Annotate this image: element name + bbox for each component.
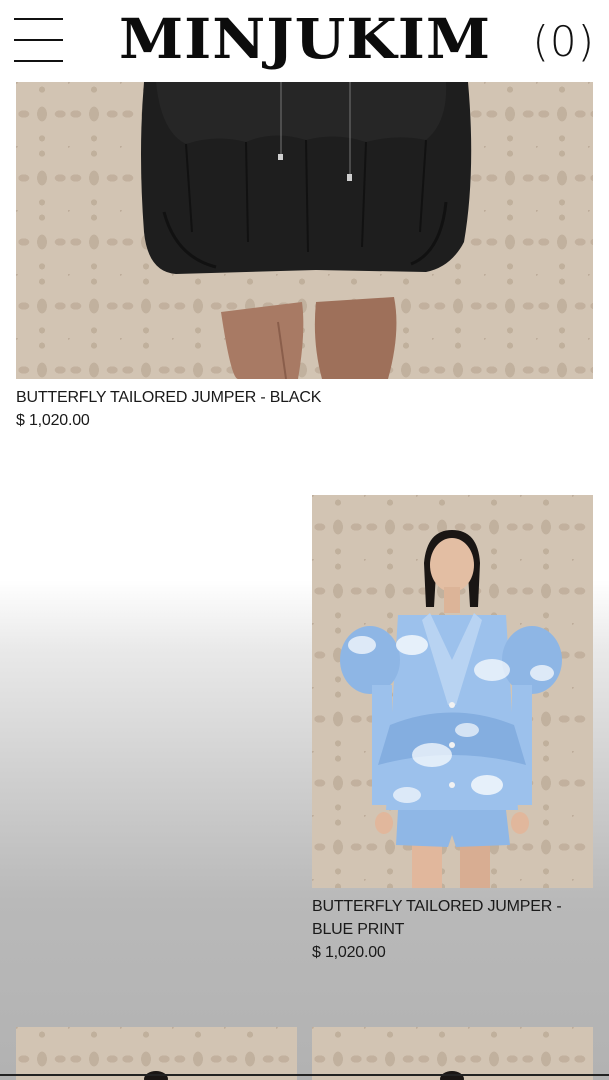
product-image-next-right[interactable] (312, 1027, 593, 1080)
product-caption-black[interactable]: BUTTERFLY TAILORED JUMPER - BLACK $ 1,02… (16, 386, 593, 432)
hamburger-menu-icon[interactable] (14, 16, 64, 64)
product-price: $ 1,020.00 (312, 944, 386, 961)
product-caption-blue-print[interactable]: BUTTERFLY TAILORED JUMPER - BLUE PRINT $… (312, 895, 593, 964)
site-header: MINJUKIM (0) (0, 0, 609, 82)
product-image-next-left[interactable] (16, 1027, 297, 1080)
product-name[interactable]: BUTTERFLY TAILORED JUMPER - BLACK (16, 386, 593, 409)
product-image-blue-print-jumper[interactable] (312, 495, 593, 888)
product-image-black-jumper[interactable] (16, 82, 593, 379)
product-price: $ 1,020.00 (16, 412, 90, 429)
product-name[interactable]: BUTTERFLY TAILORED JUMPER - BLUE PRINT (312, 895, 593, 941)
bottom-divider (0, 1074, 609, 1076)
cart-button[interactable]: (0) (533, 16, 596, 68)
brand-logo[interactable]: MINJUKIM (119, 7, 490, 72)
